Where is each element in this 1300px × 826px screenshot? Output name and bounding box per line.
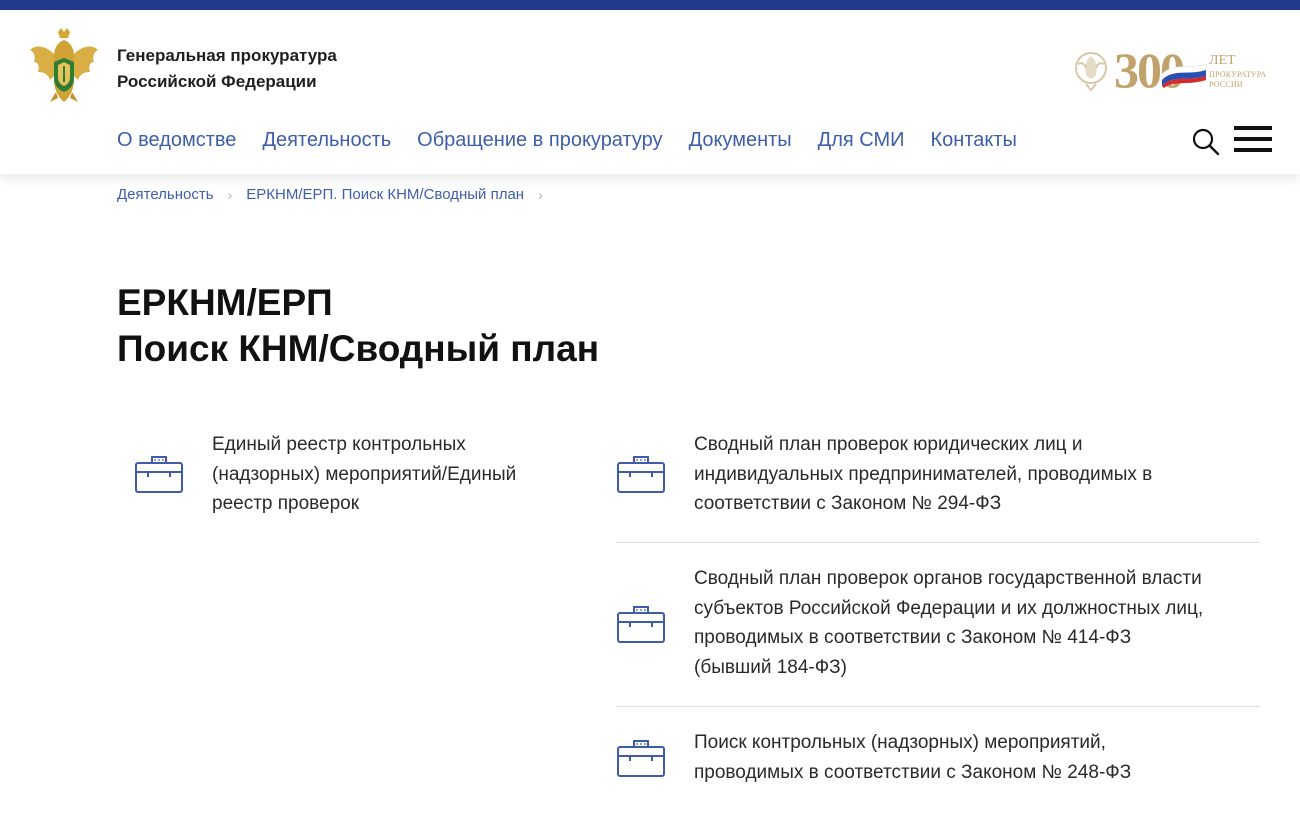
page-title-line2: Поиск КНМ/Сводный план [117, 328, 600, 369]
coat-of-arms-logo[interactable] [28, 28, 100, 104]
breadcrumb-separator: › [538, 186, 543, 203]
card-text-line: соответствии с Законом № 294-ФЗ [694, 493, 1002, 514]
card-text-line: реестр проверок [212, 493, 360, 514]
breadcrumb: Деятельность › ЕРКНМ/ЕРП. Поиск КНМ/Свод… [117, 186, 557, 203]
badge-subtitle-line1: ПРОКУРАТУРА [1209, 70, 1267, 79]
organization-name[interactable]: Генеральная прокуратура Российской Федер… [117, 43, 337, 95]
card-text-line: (бывший 184-ФЗ) [694, 656, 847, 678]
card-text-line: (надзорных) мероприятий/Единый [212, 463, 517, 485]
briefcase-icon [135, 456, 183, 493]
anniversary-300-badge[interactable]: 300 ЛЕТ ПРОКУРАТУРА РОССИИ [1072, 42, 1272, 98]
briefcase-icon [617, 606, 665, 643]
card-text-line: проводимых в соответствии с Законом № 24… [694, 761, 1132, 783]
breadcrumb-item-current[interactable]: ЕРКНМ/ЕРП. Поиск КНМ/Сводный план [246, 186, 524, 203]
top-accent-bar [0, 0, 1300, 10]
hamburger-icon [1234, 126, 1272, 152]
card-divider [616, 706, 1260, 707]
card-text-line: субъектов Российской Федерации и их долж… [694, 597, 1204, 619]
site-header: Генеральная прокуратура Российской Федер… [0, 10, 1300, 174]
nav-item-documents[interactable]: Документы [689, 126, 792, 154]
nav-item-appeal[interactable]: Обращение в прокуратуру [417, 126, 662, 154]
card-plan-414fz[interactable]: Сводный план проверок органов государств… [616, 564, 1260, 689]
badge-subtitle-line2: РОССИИ [1209, 80, 1243, 89]
hamburger-menu-button[interactable] [1234, 126, 1272, 156]
card-text-line: Сводный план проверок органов государств… [694, 568, 1202, 589]
badge-years-label: ЛЕТ [1209, 53, 1236, 68]
page-title-line1: ЕРКНМ/ЕРП [117, 282, 333, 323]
card-erknm-registry[interactable]: Единый реестр контрольных (надзорных) ме… [134, 430, 574, 525]
briefcase-icon [617, 740, 665, 777]
card-text-line: индивидуальных предпринимателей, проводи… [694, 463, 1153, 485]
card-text-line: Единый реестр контрольных [212, 434, 466, 455]
breadcrumb-item-activity[interactable]: Деятельность [117, 186, 214, 203]
org-name-line1: Генеральная прокуратура [117, 46, 337, 65]
russian-flag-ribbon-icon [1161, 63, 1207, 88]
breadcrumb-separator: › [227, 186, 233, 203]
nav-item-activity[interactable]: Деятельность [262, 126, 391, 154]
org-name-line2: Российской Федерации [117, 72, 317, 91]
nav-item-media[interactable]: Для СМИ [818, 126, 905, 154]
nav-item-about[interactable]: О ведомстве [117, 126, 236, 154]
nav-item-contacts[interactable]: Контакты [931, 126, 1017, 154]
small-emblem-icon [1075, 52, 1107, 92]
search-button[interactable] [1190, 126, 1222, 158]
card-divider [616, 542, 1260, 543]
badge-subtitle: ПРОКУРАТУРА РОССИИ [1209, 70, 1266, 90]
card-search-248fz[interactable]: Поиск контрольных (надзорных) мероприяти… [616, 728, 1260, 794]
card-text-line: проводимых в соответствии с Законом № 41… [694, 627, 1132, 648]
card-text-line: Сводный план проверок юридических лиц и [694, 434, 1083, 455]
search-icon [1192, 128, 1220, 156]
briefcase-icon [617, 456, 665, 493]
main-navigation: О ведомстве Деятельность Обращение в про… [117, 126, 1043, 154]
card-text-line: Поиск контрольных (надзорных) мероприяти… [694, 732, 1106, 753]
card-plan-294fz[interactable]: Сводный план проверок юридических лиц и … [616, 430, 1260, 525]
page-title: ЕРКНМ/ЕРП Поиск КНМ/Сводный план [117, 280, 599, 372]
